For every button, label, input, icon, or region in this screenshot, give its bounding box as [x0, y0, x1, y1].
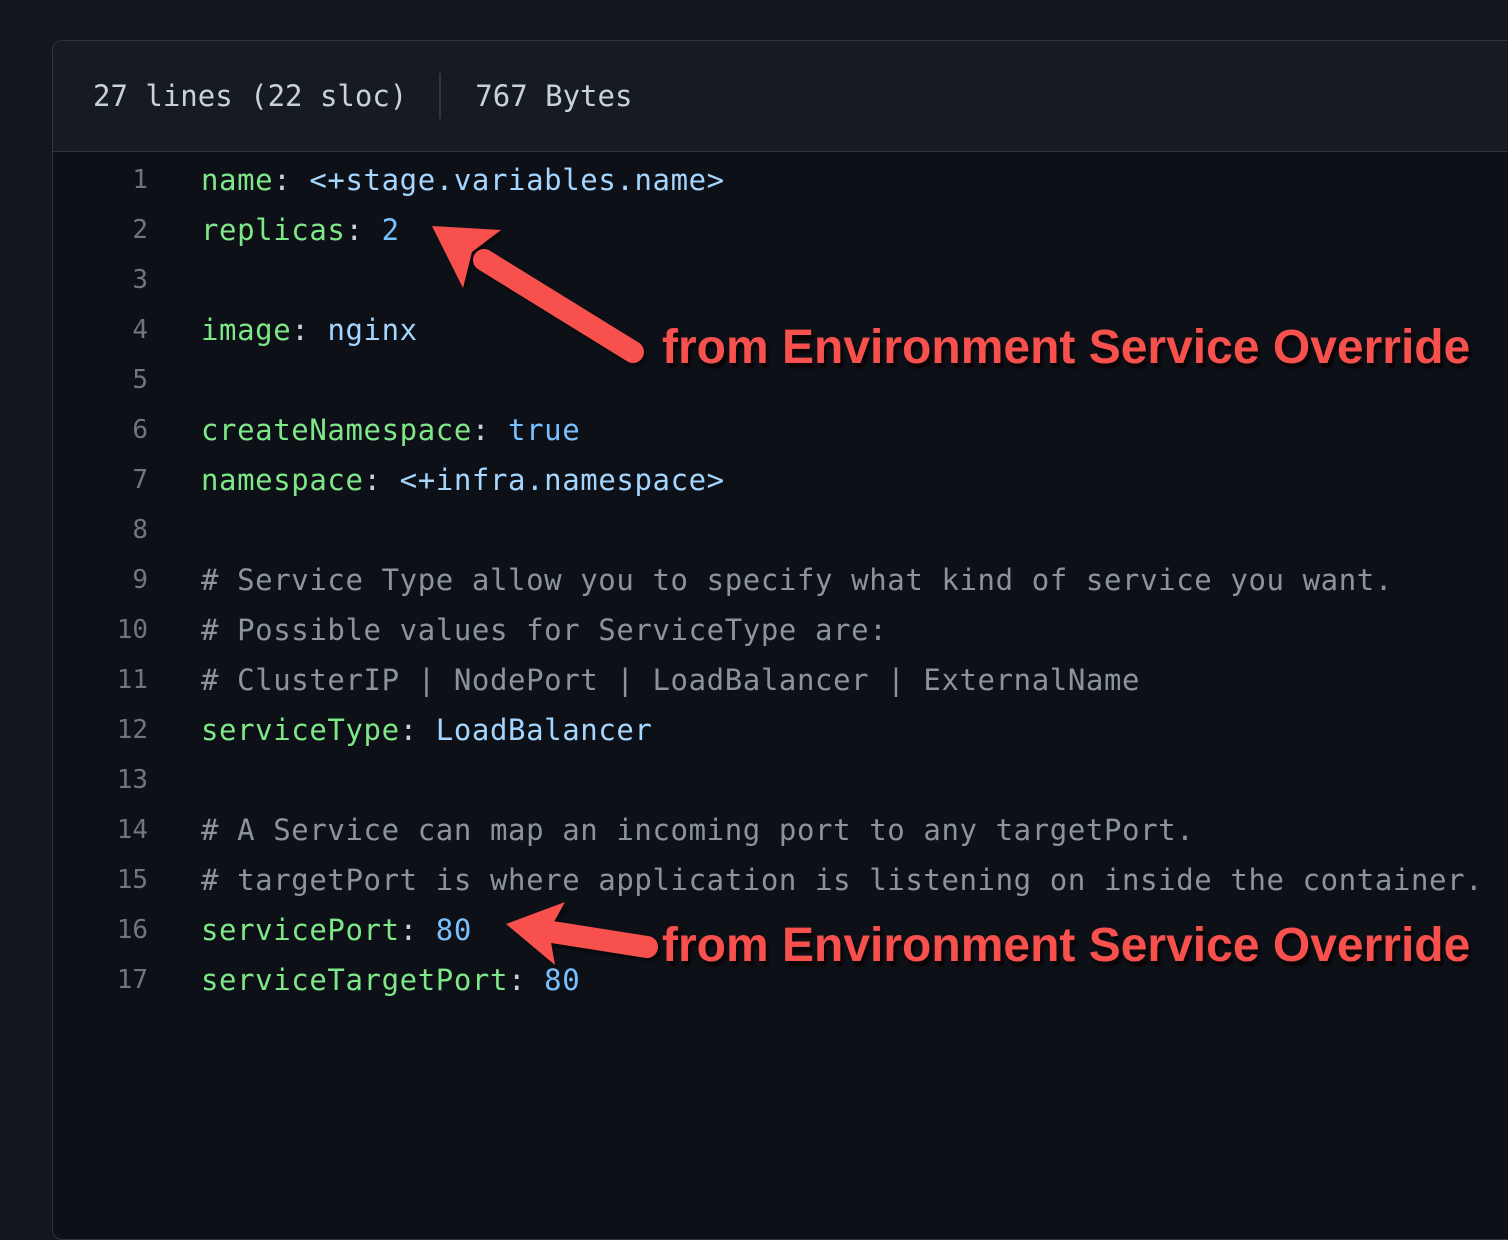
line-number[interactable]: 9 [53, 555, 148, 605]
code-text [148, 505, 201, 555]
line-number[interactable]: 11 [53, 655, 148, 705]
code-token-punc: : [364, 463, 400, 497]
code-text: image: nginx [148, 305, 418, 355]
line-number[interactable]: 12 [53, 705, 148, 755]
code-token-key: name [201, 163, 273, 197]
code-token-comment: # Possible values for ServiceType are: [201, 613, 887, 647]
code-token-bool: true [508, 413, 580, 447]
code-token-num: 80 [436, 913, 472, 947]
code-token-punc: : [400, 713, 436, 747]
code-line: 15 # targetPort is where application is l… [53, 855, 1508, 905]
code-text: # Service Type allow you to specify what… [148, 555, 1393, 605]
code-line: 13 [53, 755, 1508, 805]
line-number[interactable]: 4 [53, 305, 148, 355]
annotation-label-top: from Environment Service Override [662, 322, 1470, 374]
code-token-str: nginx [327, 313, 417, 347]
code-line: 7namespace: <+infra.namespace> [53, 455, 1508, 505]
code-token-key: createNamespace [201, 413, 472, 447]
code-line: 11 # ClusterIP | NodePort | LoadBalancer … [53, 655, 1508, 705]
code-line: 10 # Possible values for ServiceType are: [53, 605, 1508, 655]
code-line: 8 [53, 505, 1508, 555]
line-number[interactable]: 3 [53, 255, 148, 305]
code-line: 1name: <+stage.variables.name> [53, 155, 1508, 205]
line-number[interactable]: 13 [53, 755, 148, 805]
code-text [148, 755, 201, 805]
file-lines-info: 27 lines (22 sloc) [93, 79, 407, 113]
code-text [148, 355, 201, 405]
code-text: replicas: 2 [148, 205, 400, 255]
line-number[interactable]: 1 [53, 155, 148, 205]
line-number[interactable]: 7 [53, 455, 148, 505]
code-token-punc: : [400, 913, 436, 947]
code-token-punc: : [291, 313, 327, 347]
code-token-comment: # Service Type allow you to specify what… [201, 563, 1393, 597]
line-number[interactable]: 16 [53, 905, 148, 955]
code-text: # ClusterIP | NodePort | LoadBalancer | … [148, 655, 1140, 705]
code-token-key: serviceType [201, 713, 400, 747]
code-line: 3 [53, 255, 1508, 305]
code-text: # A Service can map an incoming port to … [148, 805, 1194, 855]
code-text: namespace: <+infra.namespace> [148, 455, 725, 505]
line-number[interactable]: 5 [53, 355, 148, 405]
code-token-num: 2 [382, 213, 400, 247]
code-line: 2replicas: 2 [53, 205, 1508, 255]
code-line: 14 # A Service can map an incoming port t… [53, 805, 1508, 855]
code-line: 9 # Service Type allow you to specify wha… [53, 555, 1508, 605]
line-number[interactable]: 2 [53, 205, 148, 255]
code-token-str: <+infra.namespace> [400, 463, 725, 497]
line-number[interactable]: 15 [53, 855, 148, 905]
file-viewer: 27 lines (22 sloc) 767 Bytes 1name: <+st… [52, 40, 1508, 1240]
code-token-key: servicePort [201, 913, 400, 947]
line-number[interactable]: 8 [53, 505, 148, 555]
code-text: serviceTargetPort: 80 [148, 955, 580, 1005]
code-line: 12serviceType: LoadBalancer [53, 705, 1508, 755]
line-number[interactable]: 14 [53, 805, 148, 855]
code-token-punc: : [508, 963, 544, 997]
code-token-str: <+stage.variables.name> [309, 163, 724, 197]
code-token-key: serviceTargetPort [201, 963, 508, 997]
line-number[interactable]: 17 [53, 955, 148, 1005]
code-token-punc: : [273, 163, 309, 197]
line-number[interactable]: 6 [53, 405, 148, 455]
code-token-num: 80 [544, 963, 580, 997]
code-text: # Possible values for ServiceType are: [148, 605, 887, 655]
code-line: 6createNamespace: true [53, 405, 1508, 455]
code-text: serviceType: LoadBalancer [148, 705, 653, 755]
code-token-punc: : [345, 213, 381, 247]
header-divider [439, 73, 441, 119]
code-text [148, 255, 201, 305]
code-text: # targetPort is where application is lis… [148, 855, 1483, 905]
file-header: 27 lines (22 sloc) 767 Bytes [53, 41, 1508, 152]
code-token-key: image [201, 313, 291, 347]
code-token-key: replicas [201, 213, 345, 247]
code-token-comment: # targetPort is where application is lis… [201, 863, 1483, 897]
code-token-str: LoadBalancer [436, 713, 653, 747]
line-number[interactable]: 10 [53, 605, 148, 655]
code-text: createNamespace: true [148, 405, 580, 455]
code-token-comment: # A Service can map an incoming port to … [201, 813, 1194, 847]
code-text: servicePort: 80 [148, 905, 472, 955]
code-text: name: <+stage.variables.name> [148, 155, 725, 205]
code-lines: 1name: <+stage.variables.name>2replicas:… [53, 152, 1508, 1005]
code-token-key: namespace [201, 463, 364, 497]
code-token-comment: # ClusterIP | NodePort | LoadBalancer | … [201, 663, 1140, 697]
file-size: 767 Bytes [475, 79, 632, 113]
annotation-label-bottom: from Environment Service Override [662, 920, 1470, 972]
code-token-punc: : [472, 413, 508, 447]
